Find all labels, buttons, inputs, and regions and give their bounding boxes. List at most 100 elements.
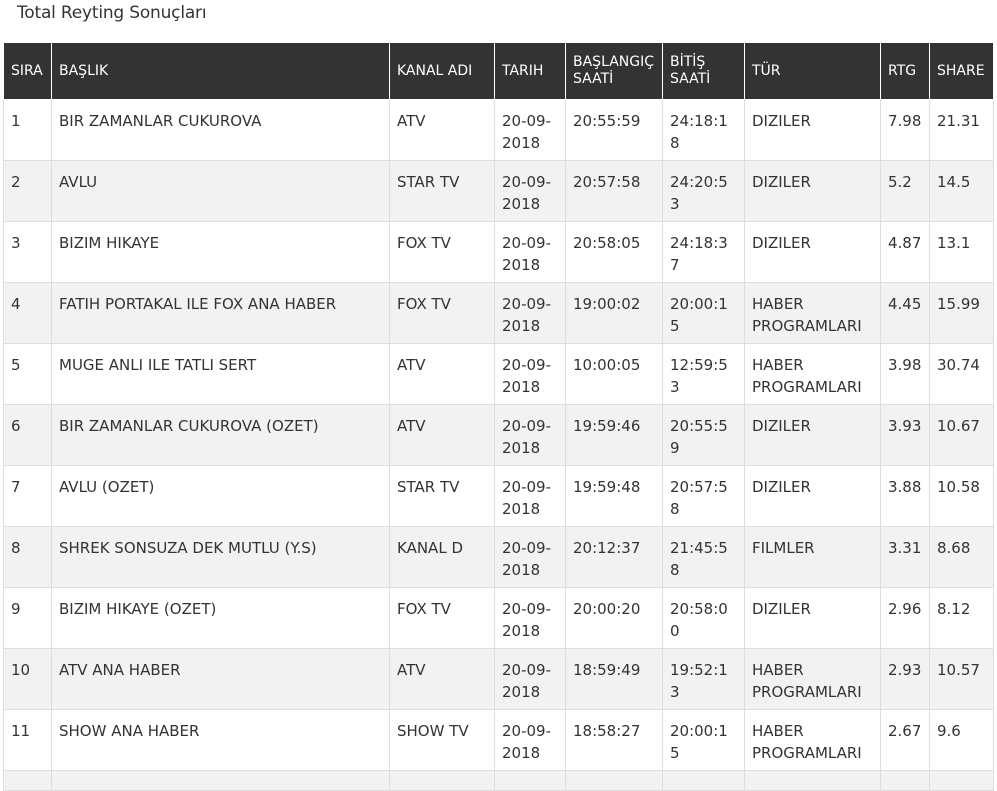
cell-bitis: 20:58:00 bbox=[662, 587, 745, 649]
cell-tur: DIZILER bbox=[744, 465, 881, 527]
cell-baslangic: 20:00:20 bbox=[565, 587, 663, 649]
cell-tarih: 20-09-2018 bbox=[494, 648, 566, 710]
table-row: 3 BIZIM HIKAYE FOX TV 20-09-2018 20:58:0… bbox=[3, 221, 994, 283]
table-header-row: SIRA BAŞLIK KANAL ADI TARIH BAŞLANGIÇ SA… bbox=[3, 42, 994, 100]
cell-sira: 3 bbox=[3, 221, 52, 283]
cell-baslik: MUGE ANLI ILE TATLI SERT bbox=[51, 343, 390, 405]
cell-tur: DIZILER bbox=[744, 99, 881, 161]
cell-bitis: 20:57:58 bbox=[662, 465, 745, 527]
table-row: 1 BIR ZAMANLAR CUKUROVA ATV 20-09-2018 2… bbox=[3, 99, 994, 161]
header-kanal[interactable]: KANAL ADI bbox=[389, 42, 495, 100]
cell-bitis: 20:00:15 bbox=[662, 709, 745, 771]
cell-bitis: 21:45:58 bbox=[662, 526, 745, 588]
cell-bitis: 12:59:53 bbox=[662, 343, 745, 405]
cell-rtg: 3.88 bbox=[880, 465, 930, 527]
cell-bitis: 24:20:53 bbox=[662, 160, 745, 222]
cell-tur: DIZILER bbox=[744, 404, 881, 466]
cell-tarih: 20-09-2018 bbox=[494, 343, 566, 405]
cell-sira: 8 bbox=[3, 526, 52, 588]
cell-bitis: 24:18:18 bbox=[662, 99, 745, 161]
cell-share: 10.57 bbox=[929, 648, 994, 710]
cell-share: 10.67 bbox=[929, 404, 994, 466]
cell-baslangic: 20:55:59 bbox=[565, 99, 663, 161]
cell-rtg: 2.96 bbox=[880, 587, 930, 649]
header-tarih[interactable]: TARIH bbox=[494, 42, 566, 100]
header-sira[interactable]: SIRA bbox=[3, 42, 52, 100]
cell-tarih: 20-09-2018 bbox=[494, 526, 566, 588]
cell-sira: 10 bbox=[3, 648, 52, 710]
cell-kanal: FOX TV bbox=[389, 221, 495, 283]
cell-kanal: STAR TV bbox=[389, 160, 495, 222]
cell-tur: HABER PROGRAMLARI bbox=[744, 709, 881, 771]
table-row: 2 AVLU STAR TV 20-09-2018 20:57:58 24:20… bbox=[3, 160, 994, 222]
cell-rtg: 3.93 bbox=[880, 404, 930, 466]
cell-sira: 11 bbox=[3, 709, 52, 771]
cell-sira: 4 bbox=[3, 282, 52, 344]
table-row: 10 ATV ANA HABER ATV 20-09-2018 18:59:49… bbox=[3, 648, 994, 710]
cell-bitis: 20:00:15 bbox=[662, 282, 745, 344]
cell-tarih: 20-09-2018 bbox=[494, 465, 566, 527]
cell-rtg: 4.87 bbox=[880, 221, 930, 283]
cell-tarih: 20-09-2018 bbox=[494, 404, 566, 466]
cell-baslik: BIR ZAMANLAR CUKUROVA bbox=[51, 99, 390, 161]
cell-share: 8.12 bbox=[929, 587, 994, 649]
cell-sira: 7 bbox=[3, 465, 52, 527]
cell-share: 9.6 bbox=[929, 709, 994, 771]
cell-rtg: 2.67 bbox=[880, 709, 930, 771]
cell-baslangic: 20:12:37 bbox=[565, 526, 663, 588]
table-row: 6 BIR ZAMANLAR CUKUROVA (OZET) ATV 20-09… bbox=[3, 404, 994, 466]
cell-rtg: 2.93 bbox=[880, 648, 930, 710]
cell-rtg: 3.98 bbox=[880, 343, 930, 405]
cell-baslik: FATIH PORTAKAL ILE FOX ANA HABER bbox=[51, 282, 390, 344]
cell-tur: DIZILER bbox=[744, 587, 881, 649]
cell-kanal: FOX TV bbox=[389, 587, 495, 649]
cell-sira: 1 bbox=[3, 99, 52, 161]
cell-rtg: 3.31 bbox=[880, 526, 930, 588]
cell-kanal: ATV bbox=[389, 404, 495, 466]
table-row: 4 FATIH PORTAKAL ILE FOX ANA HABER FOX T… bbox=[3, 282, 994, 344]
header-tur[interactable]: TÜR bbox=[744, 42, 881, 100]
cell-baslangic: 20:58:05 bbox=[565, 221, 663, 283]
page-title: Total Reyting Sonuçları bbox=[17, 3, 207, 23]
table-row: 9 BIZIM HIKAYE (OZET) FOX TV 20-09-2018 … bbox=[3, 587, 994, 649]
cell-share: 8.68 bbox=[929, 526, 994, 588]
header-baslangic[interactable]: BAŞLANGIÇ SAATİ bbox=[565, 42, 663, 100]
cell-kanal: ATV bbox=[389, 648, 495, 710]
cell-tur: HABER PROGRAMLARI bbox=[744, 282, 881, 344]
header-rtg[interactable]: RTG bbox=[880, 42, 930, 100]
cell-bitis: 20:55:59 bbox=[662, 404, 745, 466]
cell-tur: HABER PROGRAMLARI bbox=[744, 343, 881, 405]
cell-baslangic: 18:59:49 bbox=[565, 648, 663, 710]
cell-tarih: 20-09-2018 bbox=[494, 99, 566, 161]
cell-baslik: BIZIM HIKAYE bbox=[51, 221, 390, 283]
cell-baslangic: 19:00:02 bbox=[565, 282, 663, 344]
cell-sira: 2 bbox=[3, 160, 52, 222]
cell-kanal: FOX TV bbox=[389, 282, 495, 344]
cell-tarih: 20-09-2018 bbox=[494, 709, 566, 771]
cell-sira: 6 bbox=[3, 404, 52, 466]
cell-rtg: 5.2 bbox=[880, 160, 930, 222]
cell-baslangic: 20:57:58 bbox=[565, 160, 663, 222]
cell-share: 10.58 bbox=[929, 465, 994, 527]
cell-tarih: 20-09-2018 bbox=[494, 587, 566, 649]
cell-sira: 9 bbox=[3, 587, 52, 649]
cell-kanal: KANAL D bbox=[389, 526, 495, 588]
cell-rtg: 7.98 bbox=[880, 99, 930, 161]
cell-tarih: 20-09-2018 bbox=[494, 282, 566, 344]
header-share[interactable]: SHARE bbox=[929, 42, 994, 100]
cell-share: 13.1 bbox=[929, 221, 994, 283]
cell-tarih: 20-09-2018 bbox=[494, 221, 566, 283]
cell-bitis: 24:18:37 bbox=[662, 221, 745, 283]
cell-baslangic: 19:59:46 bbox=[565, 404, 663, 466]
cell-baslik: AVLU (OZET) bbox=[51, 465, 390, 527]
rating-table-container: SIRA BAŞLIK KANAL ADI TARIH BAŞLANGIÇ SA… bbox=[3, 42, 994, 791]
header-bitis[interactable]: BİTİŞ SAATİ bbox=[662, 42, 745, 100]
cell-bitis: 19:52:13 bbox=[662, 648, 745, 710]
cell-kanal: SHOW TV bbox=[389, 709, 495, 771]
cell-baslik: ATV ANA HABER bbox=[51, 648, 390, 710]
cell-rtg: 4.45 bbox=[880, 282, 930, 344]
table-row: 5 MUGE ANLI ILE TATLI SERT ATV 20-09-201… bbox=[3, 343, 994, 405]
header-baslik[interactable]: BAŞLIK bbox=[51, 42, 390, 100]
table-row: 8 SHREK SONSUZA DEK MUTLU (Y.S) KANAL D … bbox=[3, 526, 994, 588]
table-row: 7 AVLU (OZET) STAR TV 20-09-2018 19:59:4… bbox=[3, 465, 994, 527]
